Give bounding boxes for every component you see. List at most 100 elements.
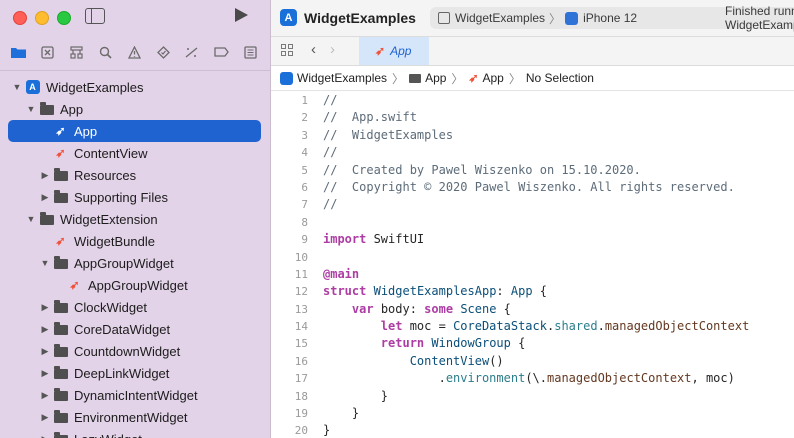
code-line[interactable]: 3 // WidgetExamples bbox=[271, 127, 794, 144]
tree-row[interactable]: ▼ A WidgetExamples bbox=[0, 76, 270, 98]
navigator-selector-bar bbox=[0, 41, 270, 63]
code-line[interactable]: 9 import SwiftUI bbox=[271, 231, 794, 248]
zoom-window-button[interactable] bbox=[57, 11, 71, 25]
project-navigator-icon[interactable] bbox=[7, 41, 29, 63]
line-number: 19 bbox=[294, 407, 308, 421]
line-number: 2 bbox=[301, 111, 308, 125]
test-navigator-icon[interactable] bbox=[152, 41, 174, 63]
minimize-window-button[interactable] bbox=[35, 11, 49, 25]
code-token: : bbox=[496, 284, 511, 299]
code-line[interactable]: 16 ContentView() bbox=[271, 353, 794, 370]
chevron-down-icon[interactable]: ▼ bbox=[12, 82, 22, 92]
code-line[interactable]: 17 .environment(\.managedObjectContext, … bbox=[271, 370, 794, 387]
tree-row[interactable]: ▶ DynamicIntentWidget bbox=[0, 384, 270, 406]
chevron-right-icon[interactable]: ▶ bbox=[40, 324, 50, 335]
tree-row[interactable]: ▶ ClockWidget bbox=[0, 296, 270, 318]
tree-row-label: App bbox=[74, 123, 98, 139]
code-line[interactable]: 6 // Copyright © 2020 Pawel Wiszenko. All… bbox=[271, 179, 794, 196]
tree-row[interactable]: ➶ WidgetBundle bbox=[0, 230, 270, 252]
code-line[interactable]: 10 bbox=[271, 249, 794, 266]
code-line[interactable]: 15 return WindowGroup { bbox=[271, 335, 794, 352]
forward-arrow-icon[interactable]: › bbox=[330, 41, 335, 58]
sidebar-toggle-icon[interactable] bbox=[85, 8, 105, 24]
device-iphone-icon bbox=[565, 11, 579, 25]
tab-app-swift[interactable]: ➶ App bbox=[359, 37, 429, 65]
folder-icon bbox=[53, 168, 68, 182]
code-line[interactable]: 14 let moc = CoreDataStack.shared.manage… bbox=[271, 318, 794, 335]
chevron-right-icon[interactable]: ▶ bbox=[40, 192, 50, 203]
run-button[interactable] bbox=[235, 8, 248, 22]
symbol-navigator-icon[interactable] bbox=[65, 41, 87, 63]
tree-row[interactable]: ▶ CoreDataWidget bbox=[0, 318, 270, 340]
tree-row[interactable]: ▼ App bbox=[0, 98, 270, 120]
source-editor[interactable]: 1 // 2 // App.swift 3 // WidgetExamples 4 // 5 //… bbox=[271, 92, 794, 438]
tab-label: App bbox=[390, 44, 412, 58]
code-line[interactable]: 18 } bbox=[271, 388, 794, 405]
tree-row[interactable]: ▶ Resources bbox=[0, 164, 270, 186]
code-line[interactable]: 7 // bbox=[271, 196, 794, 213]
tree-row[interactable]: ▶ Supporting Files bbox=[0, 186, 270, 208]
report-navigator-icon[interactable] bbox=[239, 41, 261, 63]
code-token: let bbox=[380, 319, 403, 334]
line-number: 9 bbox=[301, 233, 308, 247]
chevron-right-icon[interactable]: ▶ bbox=[40, 390, 50, 401]
tree-row[interactable]: ➶ AppGroupWidget bbox=[0, 274, 270, 296]
line-number: 20 bbox=[294, 424, 308, 438]
tree-row[interactable]: ▼ WidgetExtension bbox=[0, 208, 270, 230]
chevron-right-icon[interactable]: ▶ bbox=[40, 346, 50, 357]
tree-row[interactable]: ➶ App bbox=[8, 120, 261, 142]
code-line[interactable]: 12 struct WidgetExamplesApp: App { bbox=[271, 283, 794, 300]
chevron-right-icon: 〉 bbox=[508, 71, 521, 86]
jumpbar-folder[interactable]: App bbox=[425, 71, 446, 85]
code-token: App bbox=[510, 284, 533, 299]
close-window-button[interactable] bbox=[13, 11, 27, 25]
navigator-sidebar: ▼ A WidgetExamples ▼ App ➶ App ➶ ContentView ▶ Res… bbox=[0, 0, 271, 438]
find-navigator-icon[interactable] bbox=[94, 41, 116, 63]
chevron-right-icon: 〉 bbox=[451, 71, 464, 86]
chevron-right-icon[interactable]: ▶ bbox=[40, 412, 50, 423]
code-text: // bbox=[323, 196, 337, 213]
code-token: var bbox=[351, 301, 374, 316]
jumpbar-selection[interactable]: No Selection bbox=[526, 71, 594, 85]
chevron-right-icon[interactable]: ▶ bbox=[40, 434, 50, 438]
chevron-down-icon[interactable]: ▼ bbox=[40, 258, 50, 268]
source-control-navigator-icon[interactable] bbox=[36, 41, 58, 63]
tree-row[interactable]: ▶ LazyWidget bbox=[0, 428, 270, 438]
chevron-down-icon[interactable]: ▼ bbox=[26, 214, 36, 224]
breakpoint-navigator-icon[interactable] bbox=[210, 41, 232, 63]
code-line[interactable]: 1 // bbox=[271, 92, 794, 109]
tree-row[interactable]: ▼ AppGroupWidget bbox=[0, 252, 270, 274]
code-line[interactable]: 20} bbox=[271, 422, 794, 438]
tree-row[interactable]: ➶ ContentView bbox=[0, 142, 270, 164]
code-line[interactable]: 2 // App.swift bbox=[271, 109, 794, 126]
code-text: .environment(\.managedObjectContext, moc… bbox=[323, 370, 735, 387]
code-line[interactable]: 8 bbox=[271, 214, 794, 231]
jumpbar-project[interactable]: WidgetExamples bbox=[297, 71, 387, 85]
chevron-right-icon[interactable]: ▶ bbox=[40, 170, 50, 181]
code-line[interactable]: 5 // Created by Pawel Wiszenko on 15.10.2… bbox=[271, 162, 794, 179]
project-icon bbox=[280, 71, 293, 85]
line-number: 8 bbox=[301, 215, 308, 229]
back-arrow-icon[interactable]: ‹ bbox=[311, 41, 316, 58]
code-text: // Copyright © 2020 Pawel Wiszenko. All … bbox=[323, 179, 735, 196]
chevron-right-icon[interactable]: ▶ bbox=[40, 302, 50, 313]
code-line[interactable]: 19 } bbox=[271, 405, 794, 422]
code-line[interactable]: 11 @main bbox=[271, 266, 794, 283]
related-items-grid-icon[interactable] bbox=[281, 44, 293, 56]
code-line[interactable]: 13 var body: some Scene { bbox=[271, 301, 794, 318]
swift-file-icon: ➶ bbox=[55, 146, 66, 160]
code-line[interactable]: 4 // bbox=[271, 144, 794, 161]
scheme-selector[interactable]: WidgetExamples 〉 iPhone 12 Finished runn… bbox=[430, 4, 794, 32]
chevron-right-icon[interactable]: ▶ bbox=[40, 368, 50, 379]
run-destination[interactable]: iPhone 12 bbox=[583, 11, 637, 25]
scheme-name[interactable]: WidgetExamples bbox=[455, 11, 545, 25]
issue-navigator-icon[interactable] bbox=[123, 41, 145, 63]
tree-row[interactable]: ▶ EnvironmentWidget bbox=[0, 406, 270, 428]
chevron-down-icon[interactable]: ▼ bbox=[26, 104, 36, 114]
debug-navigator-icon[interactable] bbox=[181, 41, 203, 63]
jumpbar-file[interactable]: App bbox=[483, 71, 504, 85]
line-number: 1 bbox=[301, 94, 308, 107]
tree-row[interactable]: ▶ DeepLinkWidget bbox=[0, 362, 270, 384]
tree-row[interactable]: ▶ CountdownWidget bbox=[0, 340, 270, 362]
